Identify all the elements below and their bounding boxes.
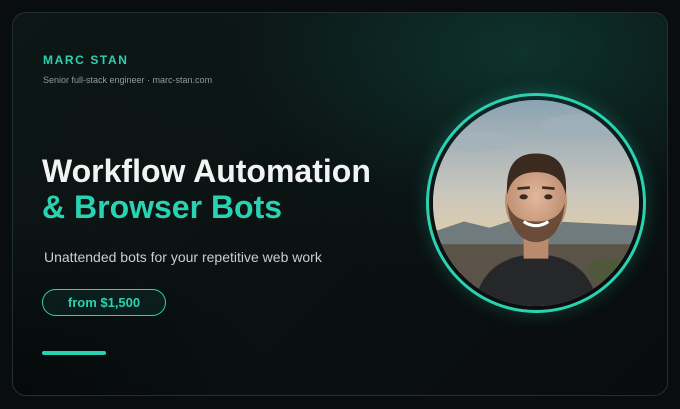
accent-divider — [42, 351, 106, 355]
headline-line-1: Workflow Automation — [42, 153, 371, 189]
brand-name: MARC STAN — [43, 53, 129, 67]
headline-line-2: & Browser Bots — [42, 189, 283, 225]
gig-banner-card: MARC STAN Senior full-stack engineer · m… — [12, 12, 668, 396]
avatar-ring — [426, 93, 646, 313]
portrait-photo-icon — [433, 100, 639, 306]
price-label: from $1,500 — [67, 295, 141, 310]
subtitle: Unattended bots for your repetitive web … — [44, 249, 322, 265]
avatar — [433, 100, 639, 306]
headline: Workflow Automation & Browser Bots — [42, 153, 371, 225]
price-badge: from $1,500 — [42, 289, 166, 316]
brand-tagline: Senior full-stack engineer · marc-stan.c… — [43, 75, 213, 85]
